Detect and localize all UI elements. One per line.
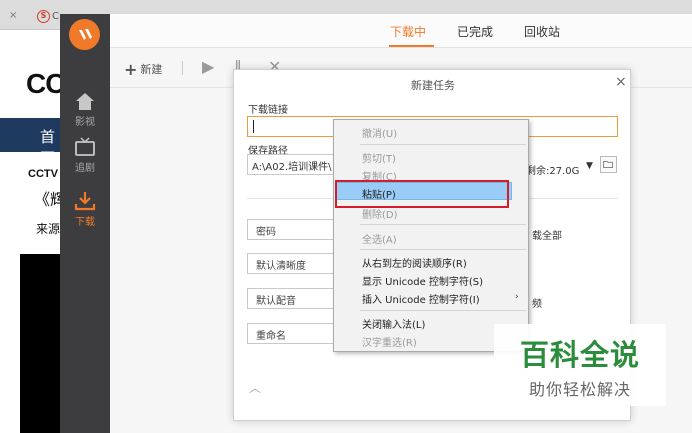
menu-separator [360, 249, 526, 250]
password-input[interactable]: 密码 [247, 219, 339, 240]
sidebar-item-movies[interactable]: 影视 [60, 86, 110, 132]
menu-item-cut[interactable]: 剪切(T) [362, 150, 396, 165]
new-task-label: 新建 [140, 63, 163, 76]
sidebar-item-label: 影视 [75, 117, 95, 128]
free-space-label: 剩余:27.0G [526, 166, 580, 177]
menu-item-reconvert[interactable]: 汉字重选(R) [362, 334, 417, 349]
url-label: 下载链接 [248, 105, 288, 116]
site-favicon-icon: S [37, 10, 50, 23]
menu-item-rtl-order[interactable]: 从右到左的阅读顺序(R) [362, 255, 467, 270]
app-sidebar: 影视 追剧 下载 [60, 14, 110, 433]
site-channel-label: CCTV [28, 168, 58, 180]
tab-downloading[interactable]: 下载中 [390, 23, 426, 40]
audio-select[interactable]: 默认配音 [247, 288, 339, 309]
menu-item-show-unicode[interactable]: 显示 Unicode 控制字符(S) [362, 273, 483, 288]
tab-close-button[interactable]: × [9, 10, 17, 21]
text-caret [253, 120, 254, 133]
watermark: 百科全说 助你轻松解决 [494, 324, 666, 406]
download-all-label[interactable]: 载全部 [532, 227, 562, 242]
app-tab-bar: 下载中 已完成 回收站 [110, 14, 692, 48]
download-icon [74, 192, 96, 211]
app-logo-mark [78, 28, 92, 40]
sidebar-item-download[interactable]: 下载 [60, 186, 110, 232]
submenu-arrow-icon: › [515, 292, 519, 302]
plus-icon: + [124, 60, 138, 79]
menu-item-insert-unicode[interactable]: 插入 Unicode 控制字符(I) [362, 291, 480, 306]
dialog-title: 新建任务 [411, 79, 455, 92]
site-nav-bar: 首页 [0, 118, 60, 167]
sidebar-item-label: 下载 [75, 217, 95, 228]
site-video-player[interactable] [20, 254, 60, 433]
tab-completed[interactable]: 已完成 [457, 23, 493, 40]
menu-item-close-ime[interactable]: 关闭输入法(L) [362, 316, 425, 331]
folder-icon [603, 160, 613, 169]
site-nav-home[interactable]: 首页 [40, 126, 60, 168]
new-task-button[interactable]: + 新建 [124, 60, 162, 79]
menu-item-select-all[interactable]: 全选(A) [362, 231, 397, 246]
watermark-title: 百科全说 [519, 338, 640, 372]
close-icon[interactable]: × [615, 74, 627, 90]
toolbar-divider [182, 61, 183, 75]
menu-separator [360, 224, 526, 225]
play-icon[interactable]: ▶ [202, 59, 214, 75]
sidebar-item-label: 追剧 [75, 163, 95, 174]
menu-separator [360, 310, 526, 311]
annotation-highlight-box [335, 180, 509, 208]
browse-folder-button[interactable] [600, 156, 617, 173]
menu-item-delete[interactable]: 删除(D) [362, 206, 398, 221]
context-menu: 撤消(U) 剪切(T) 复制(C) 粘贴(P) 删除(D) 全选(A) 从右到左… [333, 119, 529, 352]
site-source-label: 来源 [36, 222, 61, 236]
dropdown-arrow-icon[interactable]: ▼ [586, 161, 593, 171]
collapse-icon[interactable]: ︿ [249, 382, 261, 394]
resolution-select[interactable]: 默认清晰度 [247, 253, 339, 274]
rename-input[interactable]: 重命名 [247, 323, 339, 344]
home-icon [76, 93, 94, 110]
tv-icon [75, 137, 95, 156]
sidebar-item-series[interactable]: 追剧 [60, 132, 110, 178]
active-tab-indicator [389, 45, 434, 47]
menu-item-undo[interactable]: 撤消(U) [362, 125, 397, 140]
site-logo[interactable]: CC [26, 68, 65, 100]
tab-recycle-bin[interactable]: 回收站 [524, 23, 560, 40]
video-option-label[interactable]: 频 [532, 295, 542, 310]
tab-title[interactable]: C [52, 11, 59, 22]
watermark-subtitle: 助你轻松解决 [528, 380, 631, 399]
menu-separator [360, 144, 526, 145]
app-logo-icon [69, 19, 100, 50]
